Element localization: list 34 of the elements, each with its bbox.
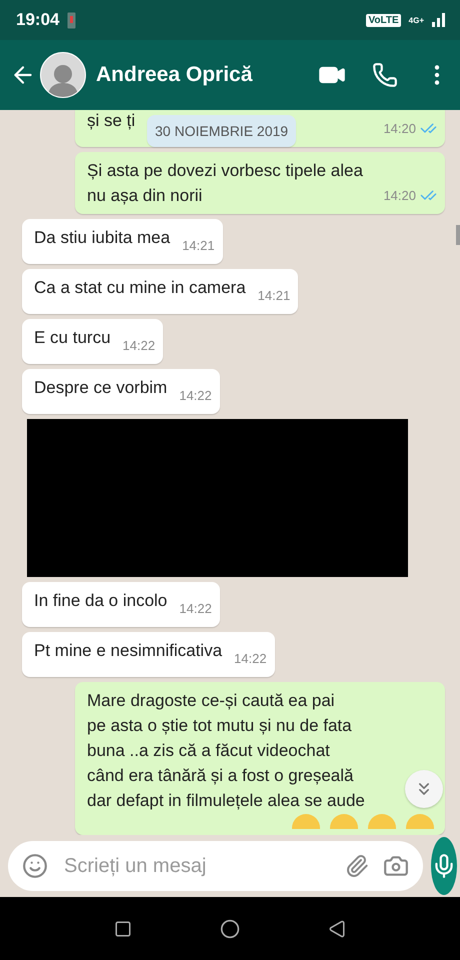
message-text: In fine da o incolo	[34, 590, 168, 612]
signal-icon	[432, 13, 448, 27]
back-icon[interactable]	[328, 920, 346, 938]
attach-icon[interactable]	[345, 854, 369, 878]
message-time: 14:22	[179, 387, 212, 405]
message-field[interactable]: Scrieți un mesaj	[8, 841, 423, 891]
message-input[interactable]: Scrieți un mesaj	[62, 854, 331, 878]
message-text: Despre ce vorbim	[34, 377, 168, 399]
home-icon[interactable]	[220, 918, 240, 938]
message-time: 14:22	[179, 600, 212, 618]
message-time: 14:20	[383, 120, 416, 138]
emoji-icon[interactable]	[22, 853, 48, 879]
message-time: 14:22	[234, 650, 267, 668]
message-text: Pt mine e nesimnificativa	[34, 640, 222, 662]
volte-label: VoLTE	[366, 14, 401, 26]
message-text: și se ți	[87, 110, 136, 132]
network-label: 4G+	[408, 16, 424, 24]
message-time: 14:22	[122, 337, 156, 355]
message-time: 14:20	[383, 187, 416, 205]
scrollbar	[456, 225, 460, 245]
contact-name[interactable]: Andreea Oprică	[96, 63, 292, 87]
date-chip: 30 NOIEMBRIE 2019	[147, 115, 296, 147]
message-text: Da stiu iubita mea	[34, 227, 170, 249]
microphone-button[interactable]	[431, 837, 457, 895]
message-time: 14:21	[258, 287, 290, 305]
status-time: 19:04	[16, 10, 60, 30]
message-text: Mare dragoste ce-și caută ea pai pe asta o știe tot mutu și nu de fata buna ..a zis că a făcut videochat când era tânără și a fost o greșeală dar defapt in filmulețele alea se aude	[87, 690, 365, 812]
message-text: E cu turcu	[34, 327, 111, 349]
message-time: 14:21	[182, 237, 215, 255]
message-text: Ca a stat cu mine in camera	[34, 277, 246, 299]
avatar[interactable]	[40, 52, 86, 98]
message-text: Și asta pe dovezi vorbesc tipele alea nu așa din norii	[87, 160, 363, 207]
phone-icon[interactable]	[372, 62, 398, 88]
recents-icon[interactable]	[114, 920, 132, 938]
